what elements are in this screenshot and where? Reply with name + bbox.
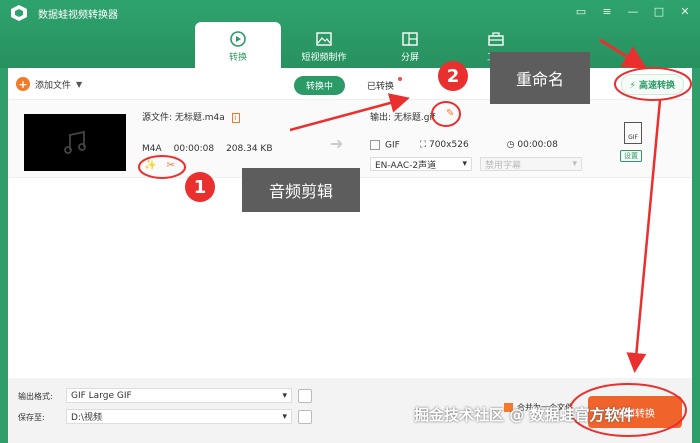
lightning-icon: ⚡ xyxy=(629,81,636,91)
tab-converted-label: 已转换 xyxy=(367,82,395,92)
app-title: 数据蛙视频转换器 xyxy=(38,10,118,21)
rename-pencil-icon[interactable]: ✎ xyxy=(446,108,454,119)
source-tools: ✨ ✂ xyxy=(144,160,175,171)
source-duration: 00:00:08 xyxy=(173,144,215,154)
chevron-down-icon: ▾ xyxy=(282,411,287,422)
status-switch: 转换中 已转换 xyxy=(294,76,403,95)
close-icon[interactable]: ✕ xyxy=(678,4,692,18)
save-to-value: D:\视频 xyxy=(71,413,102,423)
turbo-label: 高速转换 xyxy=(638,81,675,91)
app-logo-icon xyxy=(11,5,27,21)
info-icon[interactable]: i xyxy=(231,113,240,123)
watermark: 掘金技术社区 @ 数据蛙官方软件 xyxy=(414,406,635,424)
image-icon xyxy=(316,32,332,46)
maximize-icon[interactable]: □ xyxy=(652,4,666,18)
source-format: M4A xyxy=(142,144,162,154)
annotation-label-rename: 重命名 xyxy=(490,52,590,104)
add-file-button[interactable]: + 添加文件 ▼ xyxy=(16,77,82,91)
output-info: GIF ⛶ 700x526 ◷ 00:00:08 xyxy=(370,140,558,151)
tab-converted[interactable]: 已转换 xyxy=(367,77,403,92)
plus-icon: + xyxy=(16,77,30,91)
resize-icon: ⛶ xyxy=(419,140,429,151)
chevron-down-icon: ▾ xyxy=(282,390,287,401)
output-format-select[interactable]: GIF Large GIF ▾ xyxy=(66,388,292,403)
folder-icon[interactable] xyxy=(298,410,312,424)
format-settings-icon[interactable] xyxy=(298,389,312,403)
arrow-right-icon: ➜ xyxy=(330,134,344,153)
annotation-badge-2: 2 xyxy=(438,61,468,91)
split-screen-icon xyxy=(402,32,418,46)
source-file-name: 源文件: 无标题.m4a i xyxy=(142,110,240,123)
source-size: 208.34 KB xyxy=(226,144,273,154)
audio-track-value: EN-AAC-2声道 xyxy=(375,160,437,171)
output-resolution: ⛶ 700x526 xyxy=(420,140,469,150)
settings-button[interactable]: 设置 xyxy=(620,150,642,162)
add-file-label: 添加文件 xyxy=(35,80,72,91)
tab-label: 转换 xyxy=(228,53,247,63)
save-to-select[interactable]: D:\视频 ▾ xyxy=(66,409,292,424)
source-file-label: 源文件: 无标题.m4a xyxy=(142,113,225,123)
window-controls: ▭ ≡ — □ ✕ xyxy=(574,4,692,18)
subtitle-select[interactable]: 禁用字幕 ▾ xyxy=(480,157,582,171)
clock-icon: ◷ xyxy=(506,140,518,151)
output-format-value: GIF Large GIF xyxy=(71,390,132,401)
annotation-badge-1: 1 xyxy=(185,172,215,202)
title-bar: 数据蛙视频转换器 ▭ ≡ — □ ✕ 转换 短视频制作 分屏 xyxy=(0,0,700,68)
output-format-label: GIF xyxy=(385,140,400,151)
output-format-icon[interactable]: GIF xyxy=(624,122,642,144)
chevron-down-icon[interactable]: ▼ xyxy=(76,80,82,89)
minimize-icon[interactable]: — xyxy=(626,4,640,18)
output-duration: ◷ 00:00:08 xyxy=(507,140,558,150)
output-resolution-label: 700x526 xyxy=(428,140,469,151)
tab-label: 分屏 xyxy=(400,53,419,63)
tab-split-screen[interactable]: 分屏 xyxy=(367,22,453,68)
subtitle-value: 禁用字幕 xyxy=(485,160,522,171)
notification-dot xyxy=(398,77,403,81)
chevron-down-icon: ▾ xyxy=(572,159,577,169)
menu-icon[interactable]: ≡ xyxy=(600,4,614,18)
file-row: 源文件: 无标题.m4a i M4A 00:00:08 208.34 KB ✨ … xyxy=(8,100,692,178)
convert-icon xyxy=(230,31,246,47)
output-selects: EN-AAC-2声道 ▾ 禁用字幕 ▾ xyxy=(370,157,582,171)
tab-label: 短视频制作 xyxy=(301,53,347,63)
annotation-label-audio-edit: 音频剪辑 xyxy=(242,168,360,212)
tab-convert[interactable]: 转换 xyxy=(195,22,281,68)
output-format-label: 输出格式: xyxy=(18,392,53,401)
main-panel: + 添加文件 ▼ 转换中 已转换 ⚡ 高速转换 源文件: 无标题.m4a i M… xyxy=(8,68,692,378)
source-info: M4A 00:00:08 208.34 KB xyxy=(142,144,273,154)
main-tabs: 转换 短视频制作 分屏 工具 xyxy=(195,22,539,68)
audio-track-select[interactable]: EN-AAC-2声道 ▾ xyxy=(370,157,472,171)
tab-converting[interactable]: 转换中 xyxy=(294,76,346,95)
file-thumbnail[interactable] xyxy=(24,114,126,171)
toolbox-icon xyxy=(488,32,504,46)
tab-short-video[interactable]: 短视频制作 xyxy=(281,22,367,68)
scissors-icon[interactable]: ✂ xyxy=(166,160,174,171)
output-duration-label: 00:00:08 xyxy=(517,140,558,151)
effect-wand-icon[interactable]: ✨ xyxy=(144,160,156,171)
music-note-icon xyxy=(64,130,86,154)
output-file-name: 输出: 无标题.gif xyxy=(370,113,436,123)
feedback-icon[interactable]: ▭ xyxy=(574,4,588,18)
turbo-convert-button[interactable]: ⚡ 高速转换 xyxy=(620,74,684,95)
output-format: GIF xyxy=(370,140,400,151)
format-icon xyxy=(370,140,380,150)
chevron-down-icon: ▾ xyxy=(462,159,467,169)
save-to-label: 保存至: xyxy=(18,413,45,422)
